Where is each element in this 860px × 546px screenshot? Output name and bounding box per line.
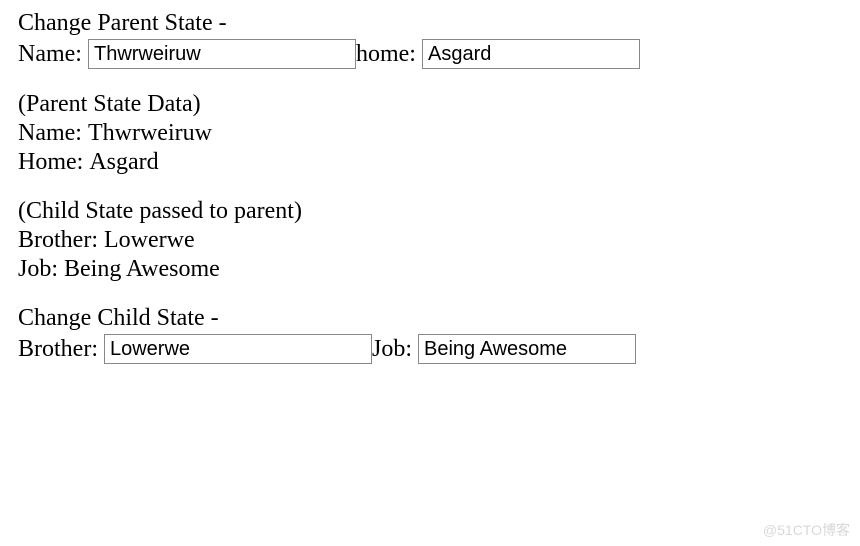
parent-data-heading: (Parent State Data)	[18, 91, 842, 118]
parent-data-heading-text: (Parent State Data)	[18, 91, 201, 118]
brother-label: Brother:	[18, 336, 104, 363]
child-form-section: Change Child State - Brother: Job:	[18, 305, 842, 364]
child-data-brother-label: Brother:	[18, 227, 104, 254]
child-data-brother-value: Lowerwe	[104, 227, 195, 254]
parent-form-row: Name: home:	[18, 39, 842, 69]
child-data-job-label: Job:	[18, 256, 64, 283]
child-form-row: Brother: Job:	[18, 334, 842, 364]
parent-form-heading-text: Change Parent State -	[18, 10, 227, 37]
job-label: Job:	[372, 336, 418, 363]
home-label: home:	[356, 41, 422, 68]
child-state-data-section: (Child State passed to parent) Brother: …	[18, 198, 842, 283]
parent-data-home-label: Home:	[18, 149, 89, 176]
child-data-heading-text: (Child State passed to parent)	[18, 198, 302, 225]
home-input[interactable]	[422, 39, 640, 69]
watermark: @51CTO博客	[763, 520, 850, 540]
parent-data-home-row: Home: Asgard	[18, 149, 842, 176]
child-form-heading: Change Child State -	[18, 305, 842, 332]
child-data-heading: (Child State passed to parent)	[18, 198, 842, 225]
parent-state-data-section: (Parent State Data) Name: Thwrweiruw Hom…	[18, 91, 842, 176]
name-label: Name:	[18, 41, 88, 68]
parent-data-name-label: Name:	[18, 120, 88, 147]
child-form-heading-text: Change Child State -	[18, 305, 219, 332]
parent-data-name-value: Thwrweiruw	[88, 120, 212, 147]
job-input[interactable]	[418, 334, 636, 364]
child-data-job-value: Being Awesome	[64, 256, 220, 283]
child-data-brother-row: Brother: Lowerwe	[18, 227, 842, 254]
child-data-job-row: Job: Being Awesome	[18, 256, 842, 283]
parent-form-heading: Change Parent State -	[18, 10, 842, 37]
brother-input[interactable]	[104, 334, 372, 364]
name-input[interactable]	[88, 39, 356, 69]
parent-data-name-row: Name: Thwrweiruw	[18, 120, 842, 147]
parent-data-home-value: Asgard	[89, 149, 158, 176]
